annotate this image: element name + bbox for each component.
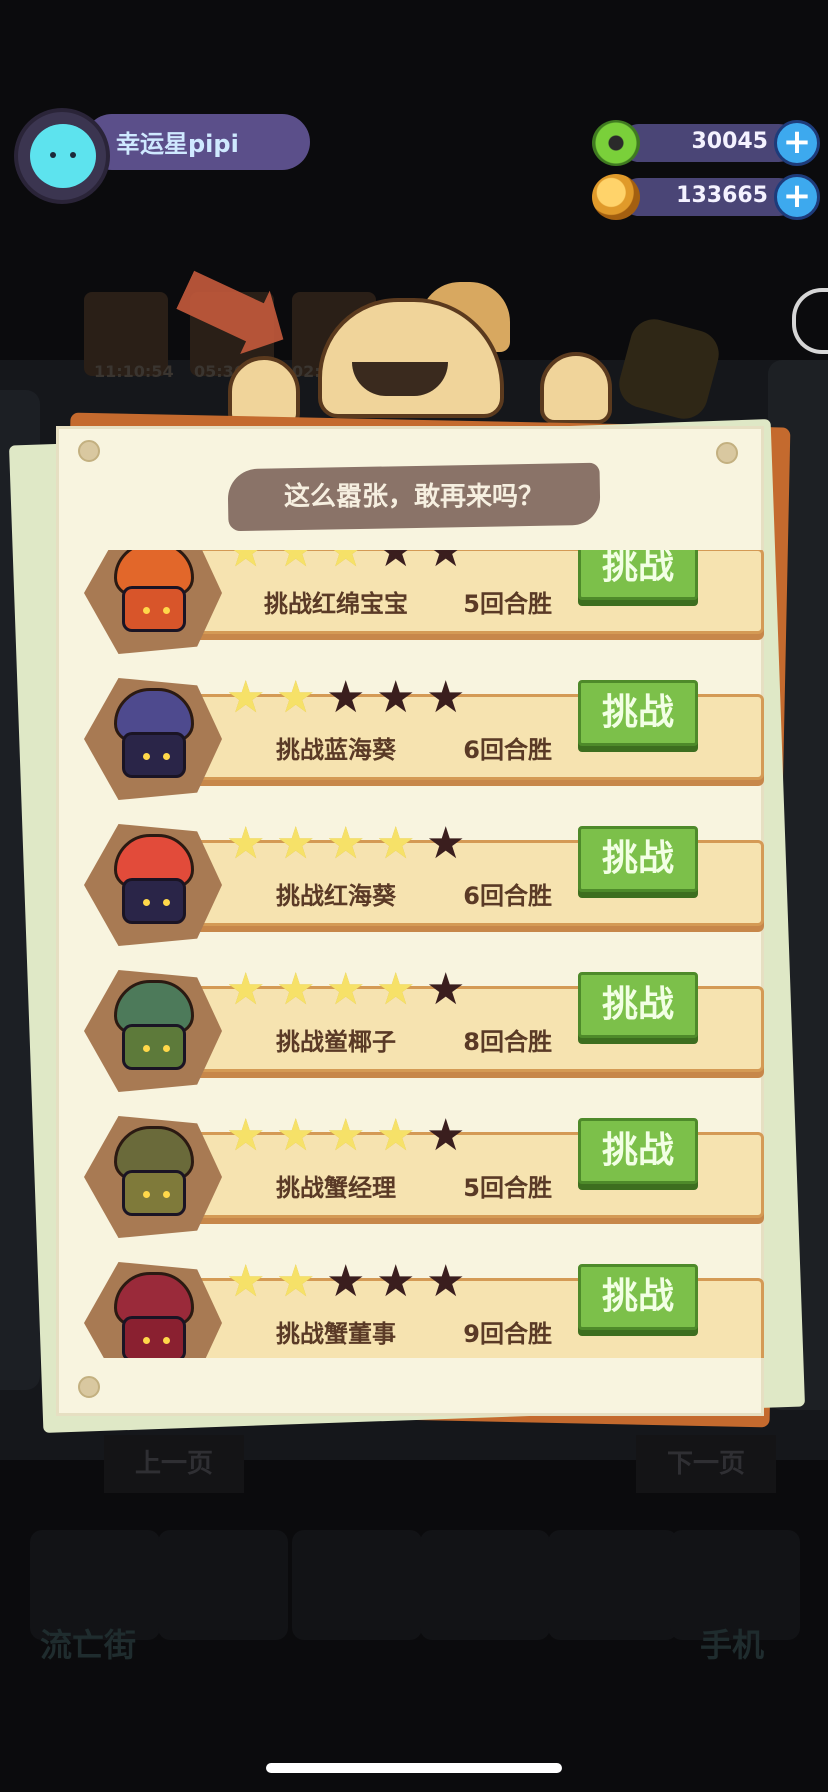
player-name: 幸运星pipi [116, 130, 239, 158]
star-filled-icon: ★ [276, 1110, 316, 1161]
star-filled-icon: ★ [226, 818, 266, 869]
prev-page-button: 上一页 [104, 1435, 244, 1493]
panel-title: 这么嚣张，敢再来吗？ [283, 482, 544, 512]
currency-planet: 133665 + [592, 174, 820, 220]
pin-icon [78, 440, 100, 462]
star-filled-icon: ★ [276, 964, 316, 1015]
challenge-button[interactable]: 挑战 [578, 550, 698, 600]
background-timer-text: 11:10:54 [94, 362, 174, 381]
next-page-button: 下一页 [636, 1435, 776, 1493]
donut-coin-icon [592, 120, 640, 166]
challenge-button[interactable]: 挑战 [578, 1264, 698, 1330]
red-fluffy-mushroom-icon [108, 550, 200, 638]
home-indicator[interactable] [266, 1763, 562, 1773]
star-empty-icon: ★ [376, 672, 416, 723]
star-empty-icon: ★ [426, 964, 466, 1015]
star-filled-icon: ★ [376, 818, 416, 869]
pin-icon [78, 1376, 100, 1398]
challenge-button[interactable]: 挑战 [578, 680, 698, 746]
challenge-row: ★ ★ ★ ★ ★ 挑战蟹经理 5回合胜 挑战 [56, 1108, 764, 1238]
challenge-name: 挑战蟹经理 [276, 1174, 396, 1202]
add-donut-button[interactable]: + [774, 120, 820, 166]
dock-slot [548, 1530, 678, 1640]
challenge-row: ★ ★ ★ ★ ★ 挑战红绵宝宝 5回合胜 挑战 [56, 550, 764, 654]
star-empty-icon: ★ [426, 672, 466, 723]
challenge-name: 挑战红绵宝宝 [264, 590, 408, 618]
pin-icon [716, 442, 738, 464]
crab-manager-icon [108, 1122, 200, 1222]
star-filled-icon: ★ [276, 1256, 316, 1307]
star-filled-icon: ★ [326, 550, 366, 577]
horseshoe-coconut-icon [108, 976, 200, 1076]
currency-value: 133665 [676, 183, 768, 208]
win-turns: 8回合胜 [463, 1028, 552, 1056]
star-filled-icon: ★ [326, 1110, 366, 1161]
star-empty-icon: ★ [376, 1256, 416, 1307]
challenge-button[interactable]: 挑战 [578, 972, 698, 1038]
rope-clip-icon [792, 288, 828, 354]
dock-label-phone: 手机 [700, 1626, 765, 1664]
star-filled-icon: ★ [326, 964, 366, 1015]
challenge-name: 挑战红海葵 [276, 882, 396, 910]
star-empty-icon: ★ [326, 1256, 366, 1307]
blue-anemone-icon [108, 684, 200, 784]
red-anemone-icon [108, 830, 200, 930]
star-filled-icon: ★ [276, 818, 316, 869]
dock-label-street: 流亡街 [40, 1626, 137, 1664]
avatar-cat-icon[interactable] [30, 124, 96, 188]
star-filled-icon: ★ [276, 672, 316, 723]
background-dock [30, 1530, 800, 1650]
challenge-name: 挑战鲎椰子 [276, 1028, 396, 1056]
star-empty-icon: ★ [326, 672, 366, 723]
challenge-row: ★ ★ ★ ★ ★ 挑战红海葵 6回合胜 挑战 [56, 816, 764, 946]
challenge-button[interactable]: 挑战 [578, 826, 698, 892]
win-turns: 5回合胜 [463, 590, 552, 618]
dino-claw-right [540, 352, 612, 424]
add-planet-button[interactable]: + [774, 174, 820, 220]
challenge-button[interactable]: 挑战 [578, 1118, 698, 1184]
star-empty-icon: ★ [426, 550, 466, 577]
challenge-row: ★ ★ ★ ★ ★ 挑战蟹董事 9回合胜 挑战 [56, 1254, 764, 1358]
dock-slot [420, 1530, 550, 1640]
star-filled-icon: ★ [226, 672, 266, 723]
currency-donut: 30045 + [592, 120, 820, 166]
challenge-name: 挑战蓝海葵 [276, 736, 396, 764]
win-turns: 9回合胜 [463, 1320, 552, 1348]
win-turns: 6回合胜 [463, 736, 552, 764]
win-turns: 5回合胜 [463, 1174, 552, 1202]
star-empty-icon: ★ [376, 550, 416, 577]
crab-director-icon [108, 1268, 200, 1358]
planet-coin-icon [592, 174, 640, 220]
star-filled-icon: ★ [326, 818, 366, 869]
dock-slot [292, 1530, 422, 1640]
challenge-row: ★ ★ ★ ★ ★ 挑战蓝海葵 6回合胜 挑战 [56, 670, 764, 800]
star-filled-icon: ★ [226, 964, 266, 1015]
challenge-list[interactable]: ★ ★ ★ ★ ★ 挑战红绵宝宝 5回合胜 挑战 ★ ★ ★ ★ ★ 挑战蓝海葵 6回合胜 挑战 ★ ★ ★ ★ ★ 挑战… [56, 550, 764, 1358]
star-empty-icon: ★ [426, 818, 466, 869]
star-filled-icon: ★ [226, 1110, 266, 1161]
star-filled-icon: ★ [376, 964, 416, 1015]
challenge-name: 挑战蟹董事 [276, 1320, 396, 1348]
dock-slot [158, 1530, 288, 1640]
star-filled-icon: ★ [226, 1256, 266, 1307]
currency-value: 30045 [691, 129, 768, 154]
star-filled-icon: ★ [276, 550, 316, 577]
win-turns: 6回合胜 [463, 882, 552, 910]
star-filled-icon: ★ [376, 1110, 416, 1161]
challenge-row: ★ ★ ★ ★ ★ 挑战鲎椰子 8回合胜 挑战 [56, 962, 764, 1092]
star-empty-icon: ★ [426, 1110, 466, 1161]
star-filled-icon: ★ [226, 550, 266, 577]
star-empty-icon: ★ [426, 1256, 466, 1307]
